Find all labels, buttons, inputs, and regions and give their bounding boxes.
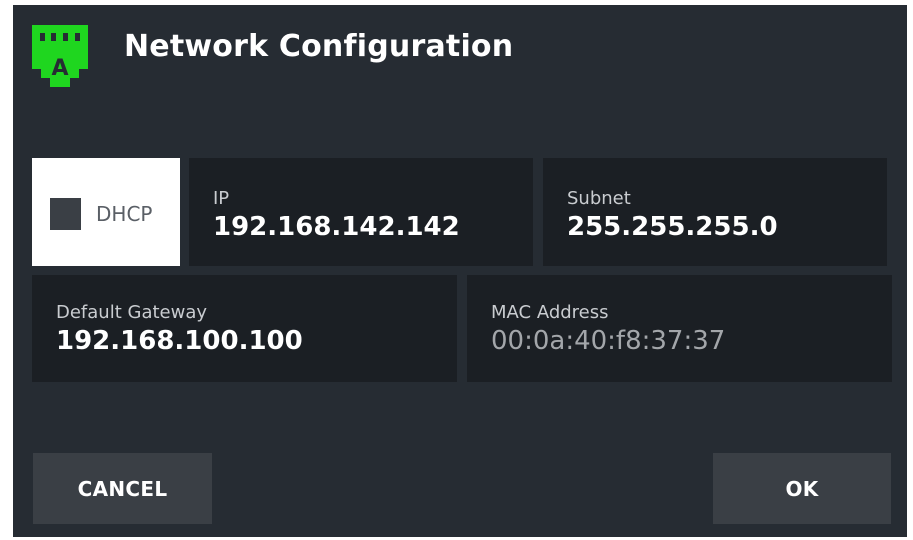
default-gateway-value: 192.168.100.100 bbox=[56, 326, 303, 356]
default-gateway-field[interactable]: Default Gateway 192.168.100.100 bbox=[32, 275, 457, 382]
mac-address-field: MAC Address 00:0a:40:f8:37:37 bbox=[467, 275, 892, 382]
dhcp-checkbox[interactable]: DHCP bbox=[32, 158, 180, 266]
dhcp-label: DHCP bbox=[96, 202, 153, 226]
subnet-field[interactable]: Subnet 255.255.255.0 bbox=[543, 158, 887, 266]
cancel-button[interactable]: CANCEL bbox=[33, 453, 212, 524]
mac-address-value: 00:0a:40:f8:37:37 bbox=[491, 326, 726, 356]
title-bar: A Network Configuration bbox=[13, 5, 907, 95]
subnet-label: Subnet bbox=[567, 188, 631, 209]
ok-button[interactable]: OK bbox=[713, 453, 891, 524]
mac-address-label: MAC Address bbox=[491, 302, 609, 323]
checkbox-box[interactable] bbox=[50, 198, 81, 230]
dialog-title: Network Configuration bbox=[124, 29, 514, 64]
ethernet-port-icon: A bbox=[32, 25, 88, 87]
network-configuration-dialog: A Network Configuration DHCP IP 192.168.… bbox=[13, 5, 907, 537]
ip-field[interactable]: IP 192.168.142.142 bbox=[189, 158, 533, 266]
subnet-value: 255.255.255.0 bbox=[567, 212, 778, 242]
default-gateway-label: Default Gateway bbox=[56, 302, 208, 323]
icon-letter: A bbox=[51, 56, 68, 81]
ip-value: 192.168.142.142 bbox=[213, 212, 460, 242]
ip-label: IP bbox=[213, 188, 230, 209]
